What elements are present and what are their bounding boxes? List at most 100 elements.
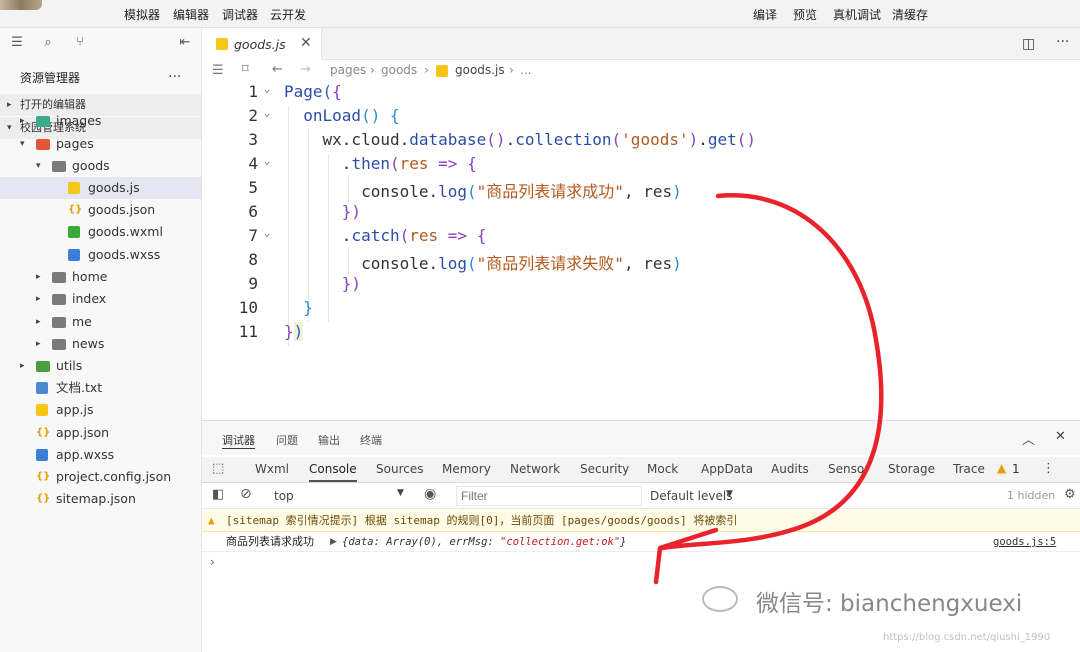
tab-terminal[interactable]: 终端 [360,432,382,448]
breadcrumb-goods[interactable]: goods [381,63,417,77]
expand-arrow-icon[interactable]: ▶ [330,532,337,552]
cloud-dev-button[interactable]: 云开发 [270,6,306,23]
bookmark-icon[interactable]: ⌑ [242,62,249,77]
tab-security[interactable]: Security [580,462,629,476]
folder-icon [52,161,66,172]
tab-network[interactable]: Network [510,462,560,476]
tab-mock[interactable]: Mock [647,462,678,476]
js-file-icon [68,182,80,194]
collapse-panel-icon[interactable]: ⇤ [178,36,192,50]
gear-icon[interactable]: ⚙ [1064,487,1076,502]
tree-item-app-wxss[interactable]: app.wxss [0,444,201,466]
source-control-icon[interactable]: ⑂ [73,36,87,50]
back-arrow-icon[interactable]: ← [272,62,283,77]
tree-item-me[interactable]: ▸ me [0,311,201,333]
tree-item-project-config-json[interactable]: {} project.config.json [0,466,201,488]
line-number: 10 [238,298,258,317]
simulator-button[interactable]: 模拟器 [124,6,160,23]
chevron-down-icon[interactable]: ▼ [397,488,404,498]
tree-item-app-json[interactable]: {} app.json [0,422,201,444]
tab-storage[interactable]: Storage [888,462,935,476]
breadcrumb-pages[interactable]: pages [330,63,366,77]
tree-item-label: goods.json [88,202,156,217]
filter-input[interactable] [456,486,642,506]
tree-item-index[interactable]: ▸ index [0,288,201,310]
avatar[interactable] [0,0,42,10]
tree-item-label: home [72,269,108,284]
tree-item-sitemap-json[interactable]: {} sitemap.json [0,488,201,510]
warning-count[interactable]: 1 [1012,462,1020,476]
devtools-tab-bar: ⬚ Wxml Console Sources Memory Network Se… [202,457,1080,483]
tab-appdata[interactable]: AppData [701,462,753,476]
fold-chevron-icon[interactable]: ⌄ [264,228,270,239]
preview-button[interactable]: 预览 [793,6,817,23]
code-line-4: .then(res => { [341,154,477,173]
chevron-right-icon: › [370,63,375,77]
console-filter-bar: ◧ ⊘ top ▼ ◉ Default levels ▼ 1 hidden ⚙ [202,483,1080,509]
console-log-row: 商品列表请求成功 ▶ {data: Array(0), errMsg: "col… [202,532,1080,552]
json-file-icon: {} [36,493,51,504]
more-icon[interactable]: ... [168,65,181,81]
tree-item-app-js[interactable]: app.js [0,399,201,421]
sidebar-toggle-icon[interactable]: ◧ [212,487,224,502]
log-source-link[interactable]: goods.js:5 [993,532,1056,552]
fold-chevron-icon[interactable]: ⌄ [264,108,270,119]
close-icon[interactable]: ✕ [1055,429,1066,444]
search-icon[interactable]: ⌕ [41,36,55,50]
tree-item-goods-json[interactable]: {} goods.json [0,199,201,221]
code-editor[interactable]: 1 2 3 4 5 6 7 8 9 10 11 ⌄ ⌄ ⌄ ⌄ Page({ onLoad() { … [202,82,1080,420]
forward-arrow-icon[interactable]: → [300,62,311,77]
breadcrumb-more[interactable]: ... [520,63,531,77]
tree-item-images[interactable]: ▸ images [0,110,201,132]
tab-goods-js[interactable]: goods.js ✕ [202,28,322,60]
tab-sources[interactable]: Sources [376,462,423,476]
tree-item-goods-wxml[interactable]: goods.wxml [0,221,201,243]
tab-debugger[interactable]: 调试器 [222,432,255,449]
clear-cache-button[interactable]: 清缓存 [892,6,928,23]
kebab-menu-icon[interactable]: ⋮ [1042,461,1055,476]
tab-memory[interactable]: Memory [442,462,491,476]
split-editor-icon[interactable]: ◫ [1022,36,1035,52]
clear-console-icon[interactable]: ⊘ [240,486,252,502]
chevron-right-icon: ▸ [20,116,25,126]
console-prompt[interactable]: › [202,552,1080,572]
fold-chevron-icon[interactable]: ⌄ [264,84,270,95]
remote-debug-button[interactable]: 真机调试 [833,6,881,23]
compile-button[interactable]: 编译 [753,6,777,23]
tree-item-goods[interactable]: ▾ goods [0,155,201,177]
inspect-icon[interactable]: ⬚ [212,461,224,476]
list-icon[interactable]: ☰ [10,36,24,50]
tab-wxml[interactable]: Wxml [255,462,289,476]
tree-item-pages[interactable]: ▾ pages [0,133,201,155]
tree-item-utils[interactable]: ▸ utils [0,355,201,377]
tab-problems[interactable]: 问题 [276,432,298,448]
breadcrumb-file[interactable]: goods.js [455,63,505,77]
tree-item-txt[interactable]: 文档.txt [0,377,201,399]
tree-item-news[interactable]: ▸ news [0,333,201,355]
debugger-button[interactable]: 调试器 [222,6,258,23]
fold-chevron-icon[interactable]: ⌄ [264,156,270,167]
chevron-right-icon: ▸ [36,317,41,327]
tab-sensor[interactable]: Sensor [828,462,869,476]
folder-icon [36,116,50,127]
tab-audits[interactable]: Audits [771,462,809,476]
tab-console[interactable]: Console [309,462,357,482]
tree-item-home[interactable]: ▸ home [0,266,201,288]
log-object[interactable]: {data: Array(0), errMsg: "collection.get… [342,532,626,552]
editor-button[interactable]: 编辑器 [173,6,209,23]
chevron-up-icon[interactable]: ︿ [1022,429,1035,448]
context-select[interactable]: top [274,489,294,503]
log-levels-select[interactable]: Default levels [650,489,732,503]
explorer-sidebar: ☰ ⌕ ⑂ ⇤ 资源管理器 ... ▸ 打开的编辑器 ▾ 校园管理系统 ▸ ima… [0,28,202,652]
tab-output[interactable]: 输出 [318,432,340,448]
eye-icon[interactable]: ◉ [424,486,436,502]
list-icon[interactable]: ☰ [212,63,224,78]
warning-icon[interactable]: ▲ [997,461,1006,475]
tree-item-goods-js[interactable]: goods.js [0,177,201,199]
tree-item-goods-wxss[interactable]: goods.wxss [0,244,201,266]
tab-trace[interactable]: Trace [953,462,985,476]
json-file-icon: {} [36,471,51,482]
panel-tab-bar: 调试器 问题 输出 终端 ︿ ✕ [202,421,1080,455]
more-actions-icon[interactable]: ··· [1056,34,1069,50]
close-icon[interactable]: ✕ [300,35,312,51]
